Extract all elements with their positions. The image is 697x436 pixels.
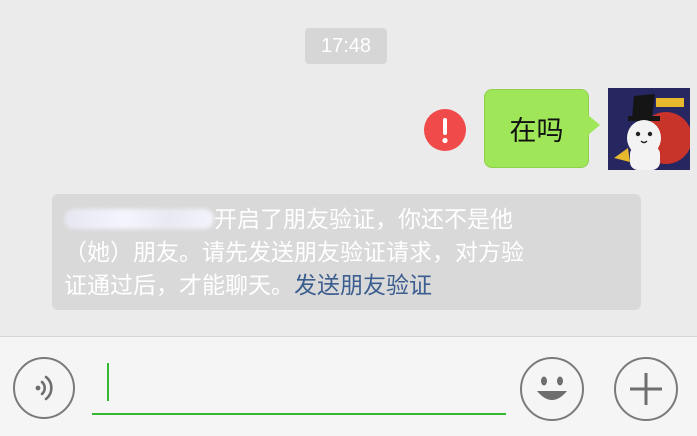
- send-failed-icon[interactable]: [424, 109, 466, 151]
- notice-line1: 开启了朋友验证，你还不是他: [214, 207, 513, 233]
- system-notice: 开启了朋友验证，你还不是他 （她）朋友。请先发送朋友验证请求，对方验 证通过后，…: [52, 194, 641, 310]
- message-timestamp: 17:48: [305, 28, 387, 64]
- input-bar: [0, 336, 697, 436]
- more-options-button[interactable]: [614, 357, 678, 421]
- text-cursor: [107, 363, 109, 401]
- message-text: 在吗: [509, 116, 564, 147]
- chat-area: 17:48 在吗 开启了朋友验证，你还不是他 （她）朋友。请先发送朋友验证请求，…: [0, 0, 697, 336]
- cat-wizard-avatar-icon: [608, 88, 690, 170]
- emoji-icon: [537, 376, 567, 400]
- voice-button[interactable]: [13, 357, 75, 419]
- notice-line2: （她）朋友。请先发送朋友验证请求，对方验: [64, 240, 524, 266]
- message-input[interactable]: [92, 355, 506, 415]
- blurred-contact-name: [64, 209, 214, 229]
- emoji-button[interactable]: [520, 357, 584, 421]
- voice-icon: [35, 375, 53, 401]
- outgoing-message-bubble[interactable]: 在吗: [484, 89, 589, 168]
- bubble-tail: [588, 115, 600, 135]
- send-verification-link[interactable]: 发送朋友验证: [294, 273, 432, 299]
- notice-line3: 证通过后，才能聊天。: [64, 273, 294, 299]
- plus-icon: [630, 373, 662, 405]
- avatar[interactable]: [608, 88, 690, 170]
